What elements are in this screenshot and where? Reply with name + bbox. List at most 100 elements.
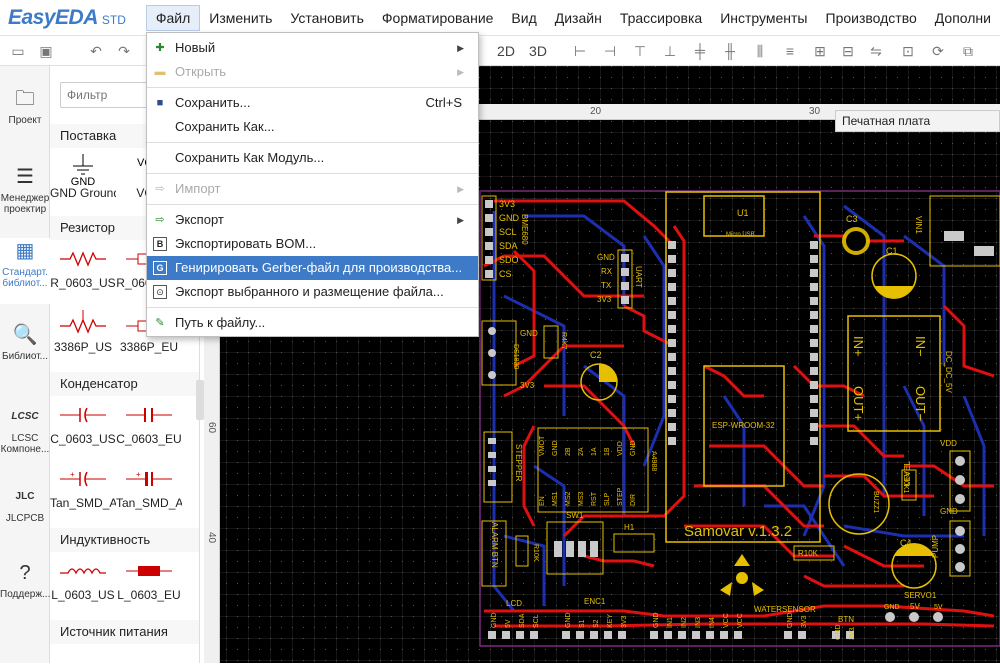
comp-l-eu[interactable]: L_0603_EU [116, 554, 182, 614]
bp-17: 3V3 [801, 615, 808, 628]
align-center-icon[interactable]: ╪ [692, 43, 708, 59]
align-bottom-icon[interactable]: ⊥ [662, 43, 678, 59]
bme-pin-2: SCL [499, 227, 517, 237]
layout-icon[interactable]: ⊡ [900, 43, 916, 59]
bp-20: GND [884, 604, 900, 611]
folder-open-icon[interactable]: ▭ [10, 43, 26, 59]
st-pin-3: 2A [578, 447, 585, 456]
menu-generate-gerber[interactable]: G Генирировать Gerber-файл для производс… [147, 256, 478, 280]
menu-separator [147, 204, 478, 205]
undo-icon[interactable]: ↶ [88, 43, 104, 59]
rail-lcsc[interactable]: LCSC LCSC Компоне... [0, 404, 50, 460]
rotate-icon[interactable]: ⟳ [930, 43, 946, 59]
menu-route[interactable]: Трассировка [611, 0, 711, 36]
category-inductor[interactable]: Индуктивность [50, 528, 199, 552]
category-capacitor[interactable]: Конденсатор [50, 372, 199, 396]
save-icon[interactable]: ▣ [38, 43, 54, 59]
menu-edit[interactable]: Изменить [200, 0, 281, 36]
svg-text:+: + [70, 470, 75, 479]
servo-label: SERVO1 [904, 591, 937, 600]
menu-export[interactable]: ⇨ Экспорт ▶ [147, 208, 478, 232]
align-top-icon[interactable]: ⊤ [632, 43, 648, 59]
uart-label: UART [634, 266, 643, 288]
menu-file-path[interactable]: ✎ Путь к файлу... [147, 311, 478, 335]
submenu-arrow-icon: ▶ [457, 67, 464, 77]
bp-0: GND [491, 612, 498, 628]
comp-tan-a[interactable]: + Tan_SMD_A [50, 462, 116, 522]
menu-view[interactable]: Вид [502, 0, 545, 36]
align-right-icon[interactable]: ⊣ [602, 43, 618, 59]
comp-r-us[interactable]: R_0603_US [50, 242, 116, 302]
pencil-icon: ✎ [155, 317, 165, 329]
gnd-symbol-icon: GND [50, 152, 116, 186]
rail-design-manager[interactable]: ☰ Менеджер проектир [0, 164, 50, 226]
tab-pcb[interactable]: Печатная плата [835, 110, 1000, 132]
redo-icon[interactable]: ↷ [116, 43, 132, 59]
dcdc-in-minus: IN− [913, 336, 928, 357]
grid-icon[interactable]: ⊞ [812, 43, 828, 59]
st-pin-0: VMOT [539, 435, 546, 456]
category-power-source[interactable]: Источник питания [50, 620, 199, 644]
comp-tan-b[interactable]: + Tan_SMD_A [116, 462, 182, 522]
menu-save-as[interactable]: Сохранить Как... [147, 115, 478, 139]
submenu-arrow-icon: ▶ [457, 184, 464, 194]
menu-tools[interactable]: Инструменты [711, 0, 816, 36]
distribute-v-icon[interactable]: ≡ [782, 43, 798, 59]
uart-pin-1: RX [601, 267, 613, 276]
mirror-icon[interactable]: ⧉ [960, 43, 976, 59]
bme-pin-5: CS [499, 269, 512, 279]
enc-label: ENC1 [584, 597, 606, 606]
menu-design[interactable]: Дизайн [546, 0, 611, 36]
menu-save-as-module[interactable]: Сохранить Как Модуль... [147, 146, 478, 170]
menu-export-bom[interactable]: B Экспортировать BOM... [147, 232, 478, 256]
inductor-eu-icon [116, 554, 182, 588]
align-left-icon[interactable]: ⊢ [572, 43, 588, 59]
comp-pot-us[interactable]: 3386P_US [50, 306, 116, 366]
flip-icon[interactable]: ⇋ [868, 43, 884, 59]
st-pin-4: 1A [591, 447, 598, 456]
v5-label: 5V [910, 602, 920, 611]
comp-c-eu[interactable]: C_0603_EU [116, 398, 182, 458]
r10k-label: R10K [532, 544, 539, 562]
menu-format[interactable]: Форматирование [373, 0, 503, 36]
inductor-us-icon [50, 554, 116, 588]
comp-c-us[interactable]: C_0603_US [50, 398, 116, 458]
bp-4: GND [565, 612, 572, 628]
menu-more[interactable]: Дополни [926, 0, 1000, 36]
align-grid-icon[interactable]: ⊟ [840, 43, 856, 59]
menu-place[interactable]: Установить [281, 0, 372, 36]
distribute-h-icon[interactable]: ⫼ [752, 43, 768, 59]
menu-export-pick-place[interactable]: ⊙ Экспорт выбранного и размещение файла.… [147, 280, 478, 304]
comp-l-us[interactable]: L_0603_US [50, 554, 116, 614]
bp-15: VCC [737, 613, 744, 628]
rail-libraries[interactable]: 🔍 Библиот... [0, 322, 50, 368]
resistor-us-icon [50, 242, 116, 276]
menu-import[interactable]: ⇨ Импорт ▶ [147, 177, 478, 201]
svg-text:+: + [136, 470, 141, 479]
esp-label: ESP-WROOM-32 [712, 421, 775, 430]
c4-label: C4 [900, 538, 912, 548]
menu-save[interactable]: ■ Сохранить... Ctrl+S [147, 91, 478, 115]
rail-support[interactable]: ? Поддерж... [0, 560, 50, 608]
st-pin-1: GND [552, 440, 559, 456]
menu-open[interactable]: ▬ Открыть ▶ [147, 60, 478, 84]
align-middle-icon[interactable]: ╫ [722, 43, 738, 59]
panel-collapse-handle[interactable] [196, 380, 204, 420]
edition-label: STD [101, 12, 126, 27]
menu-file[interactable]: Файл [145, 4, 201, 31]
jlc-icon: JLC [15, 491, 35, 502]
brand-name: EasyEDA [8, 5, 98, 29]
gnd-right: GND [940, 507, 958, 516]
menu-fabrication[interactable]: Производство [817, 0, 926, 36]
view-2d-button[interactable]: 2D [494, 39, 518, 63]
chip-icon: ▦ [15, 240, 35, 262]
comp-gnd[interactable]: GND GND Ground [50, 152, 116, 212]
app-logo[interactable]: EasyEDA STD [8, 6, 138, 30]
menu-new[interactable]: ✚ Новый ▶ [147, 36, 478, 60]
rail-standard-library[interactable]: ▦ Стандарт. библиот... [0, 238, 50, 304]
rail-project[interactable]: 🗀 Проект [0, 86, 50, 138]
view-3d-button[interactable]: 3D [526, 39, 550, 63]
tantalum-cap-icon: + [50, 462, 116, 496]
rail-jlcpcb[interactable]: JLC JLCPCB [0, 484, 50, 528]
r10k2-label: R10K [798, 549, 819, 558]
